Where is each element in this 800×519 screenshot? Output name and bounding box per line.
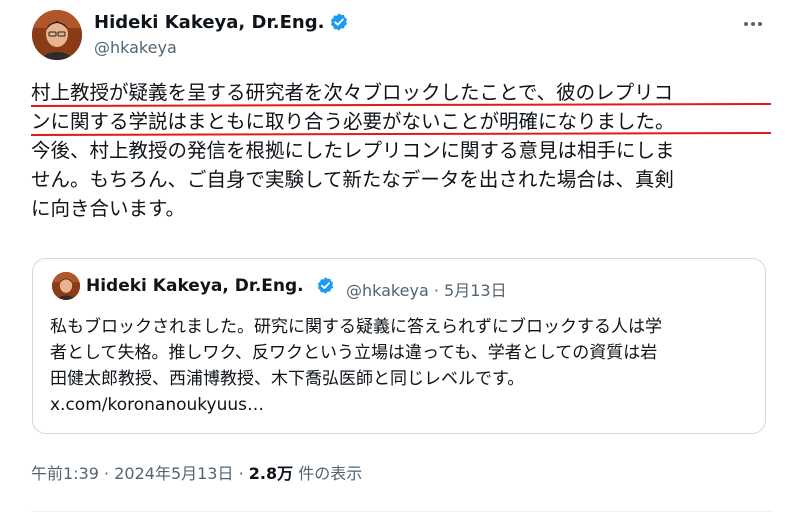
avatar-photo	[32, 10, 82, 60]
avatar-photo	[52, 272, 80, 300]
post-time[interactable]: 午前1:39	[31, 464, 99, 483]
quoted-line: 者として失格。推しワク、反ワクという立場は違っても、学者としての資質は岩	[50, 343, 658, 363]
quoted-author-avatar[interactable]	[52, 272, 80, 300]
quoted-line: 田健太郎教授、西浦博教授、木下喬弘医師と同じレベルです。	[50, 369, 525, 389]
tweet-line: に向き合います。	[31, 197, 186, 220]
verified-badge-icon	[331, 13, 347, 31]
quoted-text: 私もブロックされました。研究に関する疑義に答えられずにブロックする人は学 者とし…	[50, 314, 760, 418]
quoted-handle[interactable]: @hkakeya	[346, 281, 429, 300]
divider	[31, 511, 772, 512]
author-name[interactable]: Hideki Kakeya, Dr.Eng.	[94, 12, 324, 33]
meta-separator: ·	[433, 281, 439, 300]
tweet-line: ンに関する学説はまともに取り合う必要がないことが明確になりました。	[31, 107, 771, 136]
more-options-icon[interactable]	[738, 14, 768, 34]
quoted-meta: @hkakeya · 5月13日	[346, 277, 507, 301]
quoted-link[interactable]: x.com/koronanoukyuus…	[50, 392, 760, 418]
quoted-date[interactable]: 5月13日	[444, 281, 507, 300]
tweet-footer: 午前1:39 · 2024年5月13日 · 2.8万 件の表示	[31, 460, 362, 484]
author-avatar[interactable]	[32, 10, 82, 60]
tweet-line: 村上教授が疑義を呈する研究者を次々ブロックしたことで、彼のレプリコ	[31, 78, 771, 107]
author-handle[interactable]: @hkakeya	[94, 38, 177, 57]
tweet-line: せん。もちろん、ご自身で実験して新たなデータを出された場合は、真剣	[31, 168, 674, 191]
footer-separator: ·	[238, 464, 244, 483]
post-date[interactable]: 2024年5月13日	[114, 464, 233, 483]
tweet-text: 村上教授が疑義を呈する研究者を次々ブロックしたことで、彼のレプリコ ンに関する学…	[31, 78, 771, 223]
footer-separator: ·	[104, 464, 110, 483]
quoted-line: 私もブロックされました。研究に関する疑義に答えられずにブロックする人は学	[50, 317, 662, 337]
view-count: 2.8万	[248, 464, 294, 483]
tweet-line: 今後、村上教授の発信を根拠にしたレプリコンに関する意見は相手にしま	[31, 139, 675, 162]
verified-badge-icon	[317, 277, 334, 294]
quoted-author-name[interactable]: Hideki Kakeya, Dr.Eng.	[86, 276, 304, 296]
view-label: 件の表示	[293, 464, 363, 483]
